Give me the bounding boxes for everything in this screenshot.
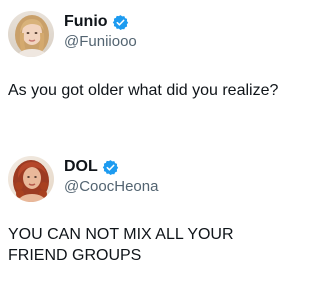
avatar-portrait-icon — [8, 156, 54, 202]
avatar[interactable] — [8, 11, 54, 57]
author-row: Funio — [64, 12, 129, 32]
verified-badge-icon — [102, 159, 119, 176]
avatar[interactable] — [8, 156, 54, 202]
display-name[interactable]: Funio — [64, 12, 108, 32]
post[interactable]: DOL @CoocHeona YOU CAN NOT MIX ALL YOUR … — [0, 146, 300, 281]
post-text: As you got older what did you realize? — [8, 82, 279, 99]
user-handle[interactable]: @CoocHeona — [64, 177, 158, 196]
post-text: YOU CAN NOT MIX ALL YOUR FRIEND GROUPS — [8, 226, 234, 264]
verified-badge-icon — [112, 14, 129, 31]
author-row: DOL — [64, 157, 119, 177]
display-name[interactable]: DOL — [64, 157, 98, 177]
user-handle[interactable]: @Funiiooo — [64, 32, 137, 51]
post[interactable]: Funio @Funiiooo As you got older what di… — [0, 0, 300, 140]
avatar-portrait-icon — [8, 11, 54, 57]
